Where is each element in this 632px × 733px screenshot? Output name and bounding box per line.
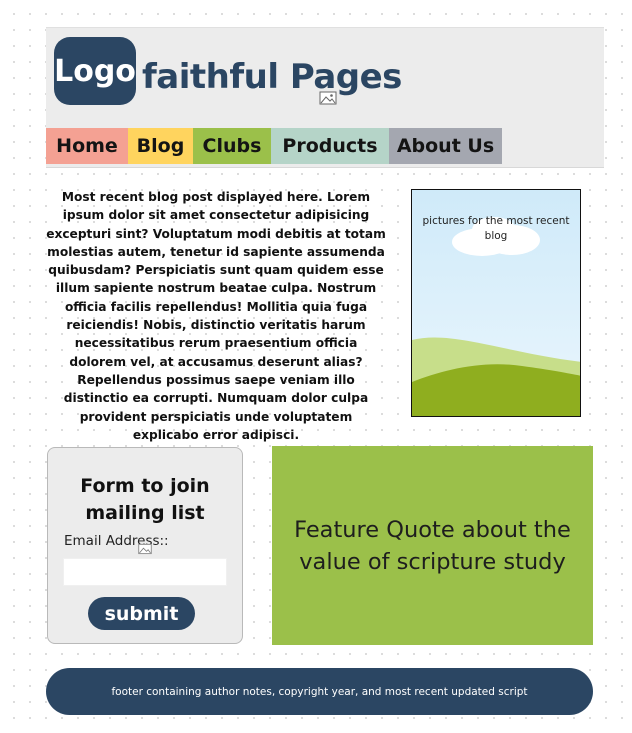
logo[interactable]: Logo bbox=[54, 37, 136, 105]
nav-item-label: Blog bbox=[136, 135, 185, 157]
blog-post-text: Most recent blog post displayed here. Lo… bbox=[46, 190, 386, 442]
picture-caption: pictures for the most recent blog bbox=[422, 215, 570, 242]
email-field[interactable] bbox=[63, 558, 227, 586]
feature-quote-text: Feature Quote about the value of scriptu… bbox=[294, 516, 571, 575]
site-title: faithful Pages bbox=[142, 57, 402, 97]
logo-text: Logo bbox=[54, 53, 136, 89]
site-footer: footer containing author notes, copyrigh… bbox=[46, 668, 593, 715]
nav-item-products[interactable]: Products bbox=[271, 128, 389, 164]
submit-button-label: submit bbox=[104, 602, 179, 625]
mailing-list-form: Form to join mailing list Email Address:… bbox=[47, 447, 243, 644]
main-nav: Home Blog Clubs Products About Us bbox=[46, 128, 502, 164]
nav-item-blog[interactable]: Blog bbox=[128, 128, 193, 164]
form-title: Form to join mailing list bbox=[80, 475, 210, 524]
submit-button[interactable]: submit bbox=[88, 597, 195, 630]
nav-item-label: About Us bbox=[396, 135, 495, 157]
nav-item-about-us[interactable]: About Us bbox=[389, 128, 502, 164]
feature-quote: Feature Quote about the value of scriptu… bbox=[272, 446, 593, 645]
nav-item-clubs[interactable]: Clubs bbox=[193, 128, 271, 164]
image-placeholder-icon bbox=[138, 540, 156, 555]
footer-text: footer containing author notes, copyrigh… bbox=[111, 685, 528, 698]
nav-item-label: Products bbox=[282, 135, 378, 157]
nav-item-home[interactable]: Home bbox=[46, 128, 128, 164]
nav-item-label: Home bbox=[56, 135, 118, 157]
image-placeholder-icon bbox=[319, 90, 337, 105]
nav-item-label: Clubs bbox=[202, 135, 262, 157]
blog-picture: pictures for the most recent blog bbox=[411, 189, 581, 417]
